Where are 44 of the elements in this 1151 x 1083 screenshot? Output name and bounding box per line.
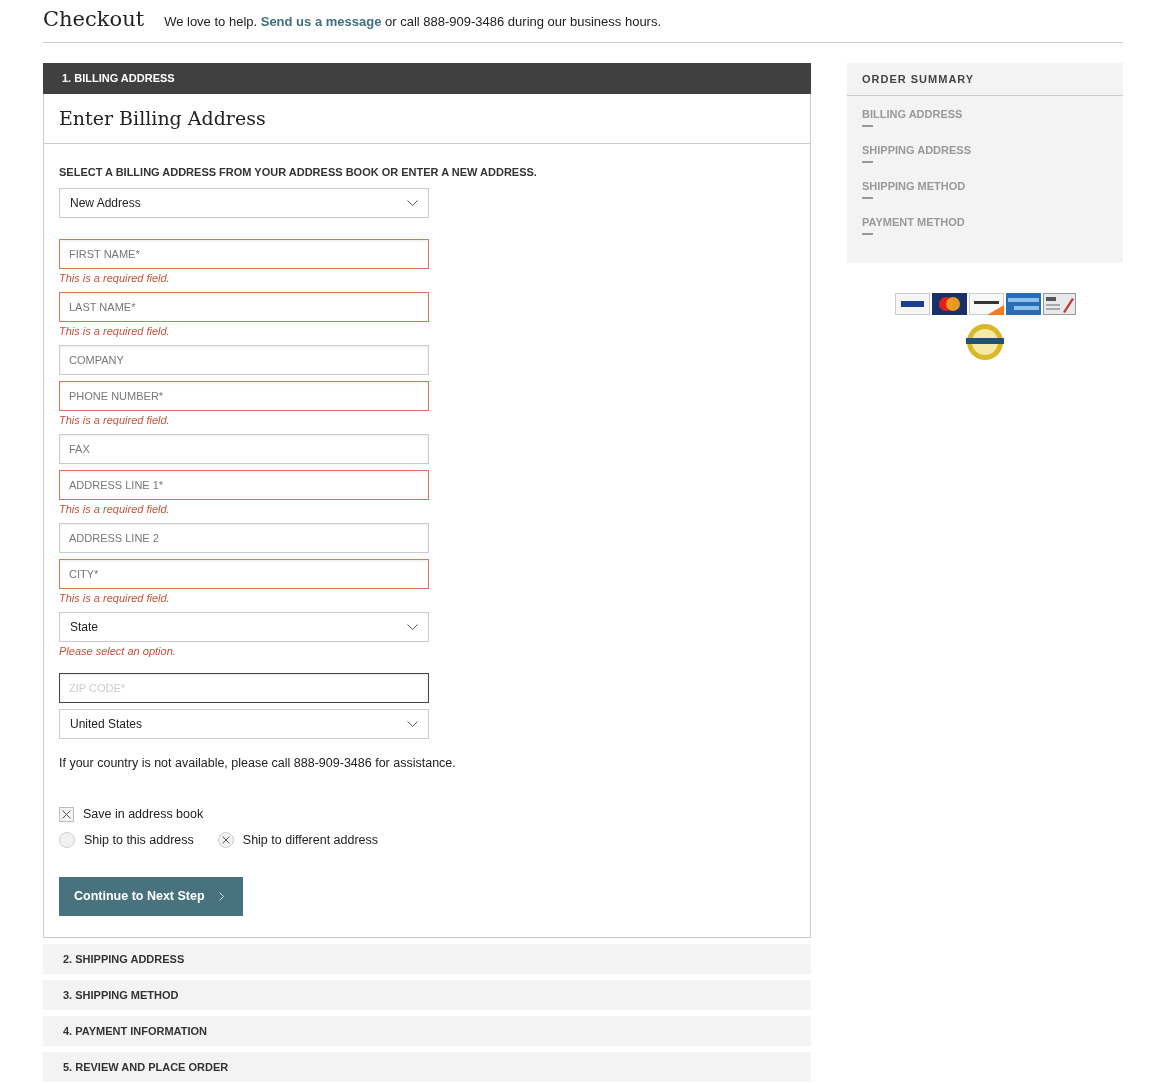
page-title: Checkout <box>43 6 145 33</box>
input-field[interactable]: FIRST NAME* <box>59 239 429 269</box>
summary-item: BILLING ADDRESS <box>862 108 963 121</box>
chevron-down-icon <box>407 199 418 207</box>
error-message: This is a required field. <box>59 502 171 517</box>
summary-title: ORDER SUMMARY <box>847 63 1123 96</box>
purchase-order-icon <box>1042 293 1076 315</box>
dash-icon <box>862 197 873 199</box>
dash-icon <box>862 125 873 127</box>
step-header[interactable]: 4. PAYMENT INFORMATION <box>43 1016 811 1047</box>
summary-item: SHIPPING ADDRESS <box>862 144 971 157</box>
error-message: This is a required field. <box>59 591 171 606</box>
step-header[interactable]: 2. SHIPPING ADDRESS <box>43 944 811 975</box>
chevron-down-icon <box>407 623 418 631</box>
save-checkbox[interactable]: Save in address book <box>59 804 204 824</box>
address-select[interactable]: New Address <box>59 188 429 218</box>
section-prompt: SELECT A BILLING ADDRESS FROM YOUR ADDRESS BOOK OR ENTER A NEW ADDRESS. <box>59 165 538 180</box>
chevron-right-icon <box>218 892 224 902</box>
step-header[interactable]: 3. SHIPPING METHOD <box>43 980 811 1011</box>
input-field[interactable]: PHONE NUMBER* <box>59 381 429 411</box>
dash-icon <box>862 161 873 163</box>
input-field[interactable]: CITY* <box>59 559 429 589</box>
error-message: Please select an option. <box>59 644 177 659</box>
input-field[interactable]: ADDRESS LINE 1* <box>59 470 429 500</box>
error-message: This is a required field. <box>59 271 171 286</box>
select-field[interactable]: United States <box>59 709 429 739</box>
dash-icon <box>862 233 873 235</box>
mastercard-icon <box>931 293 967 315</box>
country-note: If your country is not available, please call 888-909-3486 for assistance. <box>59 755 457 772</box>
input-field[interactable]: LAST NAME* <box>59 292 429 322</box>
message-link[interactable]: Send us a message <box>260 13 382 29</box>
chevron-down-icon <box>407 720 418 728</box>
step-header[interactable]: 1. BILLING ADDRESS <box>43 63 811 94</box>
step-header[interactable]: 5. REVIEW AND PLACE ORDER <box>43 1052 811 1083</box>
error-message: This is a required field. <box>59 324 171 339</box>
summary-item: PAYMENT METHOD <box>862 216 965 229</box>
ship-option-radio[interactable]: Ship to different address <box>217 830 379 850</box>
section-title: Enter Billing Address <box>44 94 810 144</box>
summary-item: SHIPPING METHOD <box>862 180 966 193</box>
help-text: We love to help. Send us a message or call 888-909-3486 during our business hours. <box>164 12 662 31</box>
continue-button[interactable]: Continue to Next Step <box>59 877 243 917</box>
select-field[interactable]: State <box>59 612 429 642</box>
ship-option-radio[interactable]: Ship to this address <box>59 830 194 850</box>
error-message: This is a required field. <box>59 413 171 428</box>
